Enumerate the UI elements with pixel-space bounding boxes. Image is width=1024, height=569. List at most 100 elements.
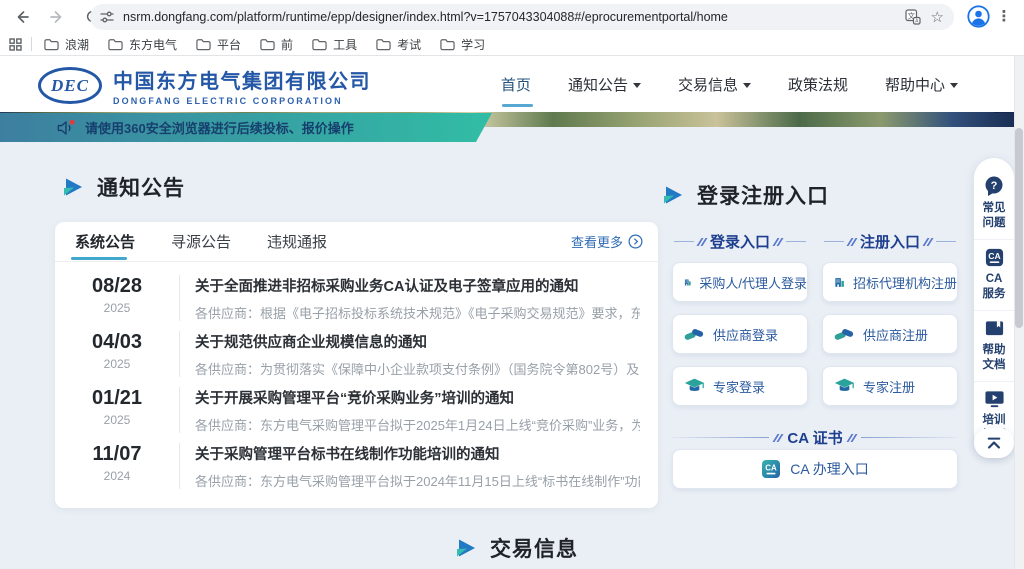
notice-title[interactable]: 关于采购管理平台标书在线制作功能培训的通知 (195, 443, 640, 464)
bookmarks-bar: 浪潮 东方电气 平台 前 工具 考试 学习 (0, 33, 1024, 55)
book-icon (984, 318, 1005, 339)
expert-cap-icon (834, 377, 855, 395)
notice-item[interactable]: 11/07 2024 关于采购管理平台标书在线制作功能培训的通知 各供应商：东方… (55, 434, 658, 490)
notification-dot (70, 119, 75, 124)
apps-grid-icon[interactable] (9, 38, 22, 51)
speaker-icon (56, 119, 75, 137)
folder-icon (108, 38, 123, 51)
section-title: 通知公告 (97, 172, 185, 202)
nav-item-home[interactable]: 首页 (501, 74, 531, 95)
notice-item[interactable]: 08/28 2025 关于全面推进非招标采购业务CA认证及电子签章应用的通知 各… (55, 266, 658, 322)
handshake-icon (834, 325, 855, 343)
expert-login-button[interactable]: 专家登录 (672, 366, 808, 406)
ticker-text: 请使用360安全浏览器进行后续投标、报价操作 (85, 118, 354, 137)
notice-date: 01/21 2025 (55, 387, 179, 427)
nav-item-policy[interactable]: 政策法规 (788, 74, 848, 95)
company-name: 中国东方电气集团有限公司 DONGFANG ELECTRIC CORPORATI… (113, 65, 371, 106)
notice-item[interactable]: 04/03 2025 关于规范供应商企业规模信息的通知 各供应商：为贯彻落实《保… (55, 322, 658, 378)
page-scrollbar[interactable] (1014, 56, 1024, 569)
back-arrow-icon (14, 9, 30, 25)
section-title: 登录注册入口 (697, 180, 829, 210)
trade-section-heading: 交易信息 (455, 533, 578, 563)
notice-title[interactable]: 关于全面推进非招标采购业务CA认证及电子签章应用的通知 (195, 275, 640, 296)
handshake-icon (684, 325, 705, 343)
login-register-group-labels: 登录入口 注册入口 (672, 231, 958, 252)
bookmark-folder[interactable]: 浪潮 (44, 36, 89, 53)
site-settings-icon[interactable] (100, 10, 114, 24)
company-name-en: DONGFANG ELECTRIC CORPORATION (113, 96, 371, 106)
view-more-link[interactable]: 查看更多 (571, 232, 643, 251)
bookmark-folder[interactable]: 学习 (440, 36, 485, 53)
org-icon (684, 273, 691, 292)
notice-title[interactable]: 关于规范供应商企业规模信息的通知 (195, 331, 640, 352)
org-icon (834, 273, 845, 292)
site-logo[interactable]: DEC 中国东方电气集团有限公司 DONGFANG ELECTRIC CORPO… (38, 65, 371, 106)
nav-item-trade[interactable]: 交易信息 (678, 74, 751, 95)
expert-cap-icon (684, 377, 705, 395)
url-text[interactable]: nsrm.dongfang.com/platform/runtime/epp/d… (123, 10, 895, 24)
browser-window: nsrm.dongfang.com/platform/runtime/epp/d… (0, 0, 1024, 569)
nav-item-help[interactable]: 帮助中心 (885, 74, 958, 95)
bookmark-folder[interactable]: 工具 (312, 36, 357, 53)
notices-section-heading: 通知公告 (62, 172, 185, 202)
register-group-header: 注册入口 (822, 231, 958, 252)
chevron-down-icon (743, 83, 751, 88)
bookmark-folder[interactable]: 东方电气 (108, 36, 177, 53)
collapse-rail-button[interactable] (974, 428, 1014, 458)
login-group-label: 登录入口 (710, 231, 770, 252)
register-group-label: 注册入口 (860, 231, 920, 252)
bookmark-folder[interactable]: 前 (260, 36, 293, 53)
bidding-agency-register-button[interactable]: 招标代理机构注册 (822, 262, 958, 302)
notice-desc: 各供应商：东方电气采购管理平台拟于2024年11月15日上线“标书在线制作”功能… (195, 471, 640, 490)
chevron-down-icon (950, 83, 958, 88)
site-header: DEC 中国东方电气集团有限公司 DONGFANG ELECTRIC CORPO… (0, 56, 1024, 112)
tab-sourcing-notices[interactable]: 寻源公告 (171, 220, 231, 263)
rail-item-help-docs[interactable]: 帮助文档 (974, 310, 1014, 381)
rail-item-faq[interactable]: ? 常见问题 (974, 168, 1014, 239)
tab-violation-reports[interactable]: 违规通报 (267, 220, 327, 263)
nav-item-notices[interactable]: 通知公告 (568, 74, 641, 95)
notices-card: 系统公告 寻源公告 违规通报 查看更多 08/28 2025 关于全面推进非招标… (55, 222, 658, 508)
expert-register-button[interactable]: 专家注册 (822, 366, 958, 406)
tab-system-notices[interactable]: 系统公告 (75, 220, 135, 263)
section-title: 交易信息 (490, 533, 578, 563)
bookmark-star-icon[interactable]: ☆ (931, 8, 944, 26)
notice-desc: 各供应商：根据《电子招标投标系统技术规范》《电子采购交易规范》要求，东方电气采购… (195, 303, 640, 322)
translate-button[interactable]: 文A (905, 9, 921, 25)
notice-desc: 各供应商：为贯彻落实《保障中小企业款项支付条例》（国务院令第802号）及《中小企… (195, 359, 640, 378)
back-button[interactable] (9, 4, 35, 30)
ca-badge-icon: CA (984, 247, 1005, 268)
ca-apply-button[interactable]: CA CA 办理入口 (672, 449, 958, 489)
svg-text:CA: CA (765, 464, 777, 473)
ca-group-label: CA 证书 (787, 427, 842, 448)
login-group-header: 登录入口 (672, 231, 808, 252)
folder-icon (196, 38, 211, 51)
notice-item[interactable]: 01/21 2025 关于开展采购管理平台“竞价采购业务”培训的通知 各供应商：… (55, 378, 658, 434)
folder-icon (312, 38, 327, 51)
translate-icon: 文A (905, 9, 921, 25)
scrollbar-thumb[interactable] (1015, 128, 1023, 328)
notice-title[interactable]: 关于开展采购管理平台“竞价采购业务”培训的通知 (195, 387, 640, 408)
bookmark-folder[interactable]: 考试 (376, 36, 421, 53)
login-section-heading: 登录注册入口 (662, 180, 829, 210)
forward-button[interactable] (44, 4, 70, 30)
ca-badge-icon: CA (761, 459, 781, 479)
bookmark-folder[interactable]: 平台 (196, 36, 241, 53)
section-arrow-icon (455, 537, 477, 559)
browser-chrome: nsrm.dongfang.com/platform/runtime/epp/d… (0, 0, 1024, 56)
video-icon (984, 389, 1005, 409)
profile-avatar[interactable] (967, 5, 990, 28)
address-bar[interactable]: nsrm.dongfang.com/platform/runtime/epp/d… (90, 4, 954, 30)
ca-group-header: CA 证书 (672, 427, 958, 448)
notice-desc: 各供应商：东方电气采购管理平台拟于2025年1月24日上线“竞价采购”业务，为帮… (195, 415, 640, 434)
supplier-register-button[interactable]: 供应商注册 (822, 314, 958, 354)
company-name-cn: 中国东方电气集团有限公司 (113, 65, 371, 94)
rail-item-ca-service[interactable]: CA CA服务 (974, 239, 1014, 310)
browser-menu-button[interactable]: ⋮ (994, 4, 1014, 28)
supplier-login-button[interactable]: 供应商登录 (672, 314, 808, 354)
question-icon: ? (983, 175, 1005, 197)
forward-arrow-icon (49, 9, 65, 25)
announcement-ticker[interactable]: 请使用360安全浏览器进行后续投标、报价操作 (0, 113, 492, 142)
purchaser-agent-login-button[interactable]: 采购人/代理人登录 (672, 262, 808, 302)
main-nav: 首页 通知公告 交易信息 政策法规 帮助中心 (501, 56, 958, 112)
